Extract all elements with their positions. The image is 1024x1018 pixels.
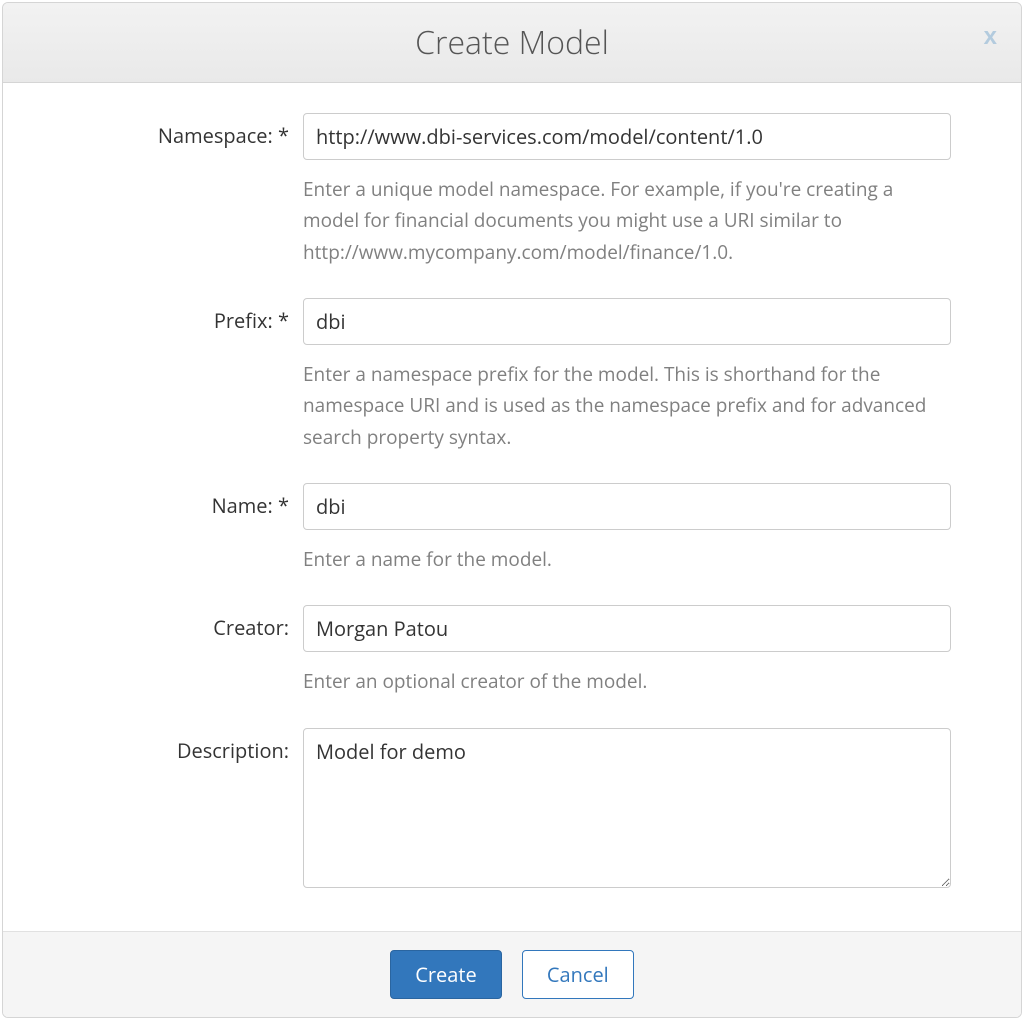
name-row: Name: * Enter a name for the model. [43,483,951,597]
prefix-input[interactable] [303,298,951,345]
create-button[interactable]: Create [390,950,501,999]
creator-row: Creator: Enter an optional creator of th… [43,605,951,719]
create-model-dialog: Create Model x Namespace: * Enter a uniq… [2,2,1022,1018]
description-textarea[interactable]: Model for demo [303,728,951,888]
namespace-label: Namespace: * [43,113,303,149]
dialog-body: Namespace: * Enter a unique model namesp… [3,83,1021,931]
prefix-label: Prefix: * [43,298,303,334]
dialog-footer: Create Cancel [3,931,1021,1017]
prefix-help: Enter a namespace prefix for the model. … [303,359,951,453]
cancel-button[interactable]: Cancel [522,950,634,999]
creator-help: Enter an optional creator of the model. [303,666,951,697]
creator-input[interactable] [303,605,951,652]
namespace-input[interactable] [303,113,951,160]
description-row: Description: Model for demo [43,728,951,893]
name-input[interactable] [303,483,951,530]
name-label: Name: * [43,483,303,519]
namespace-row: Namespace: * Enter a unique model namesp… [43,113,951,290]
dialog-header: Create Model x [3,3,1021,83]
description-label: Description: [43,728,303,764]
namespace-help: Enter a unique model namespace. For exam… [303,174,951,268]
close-icon[interactable]: x [984,25,997,49]
creator-label: Creator: [43,605,303,641]
dialog-title: Create Model [23,21,1001,64]
prefix-row: Prefix: * Enter a namespace prefix for t… [43,298,951,475]
name-help: Enter a name for the model. [303,544,951,575]
